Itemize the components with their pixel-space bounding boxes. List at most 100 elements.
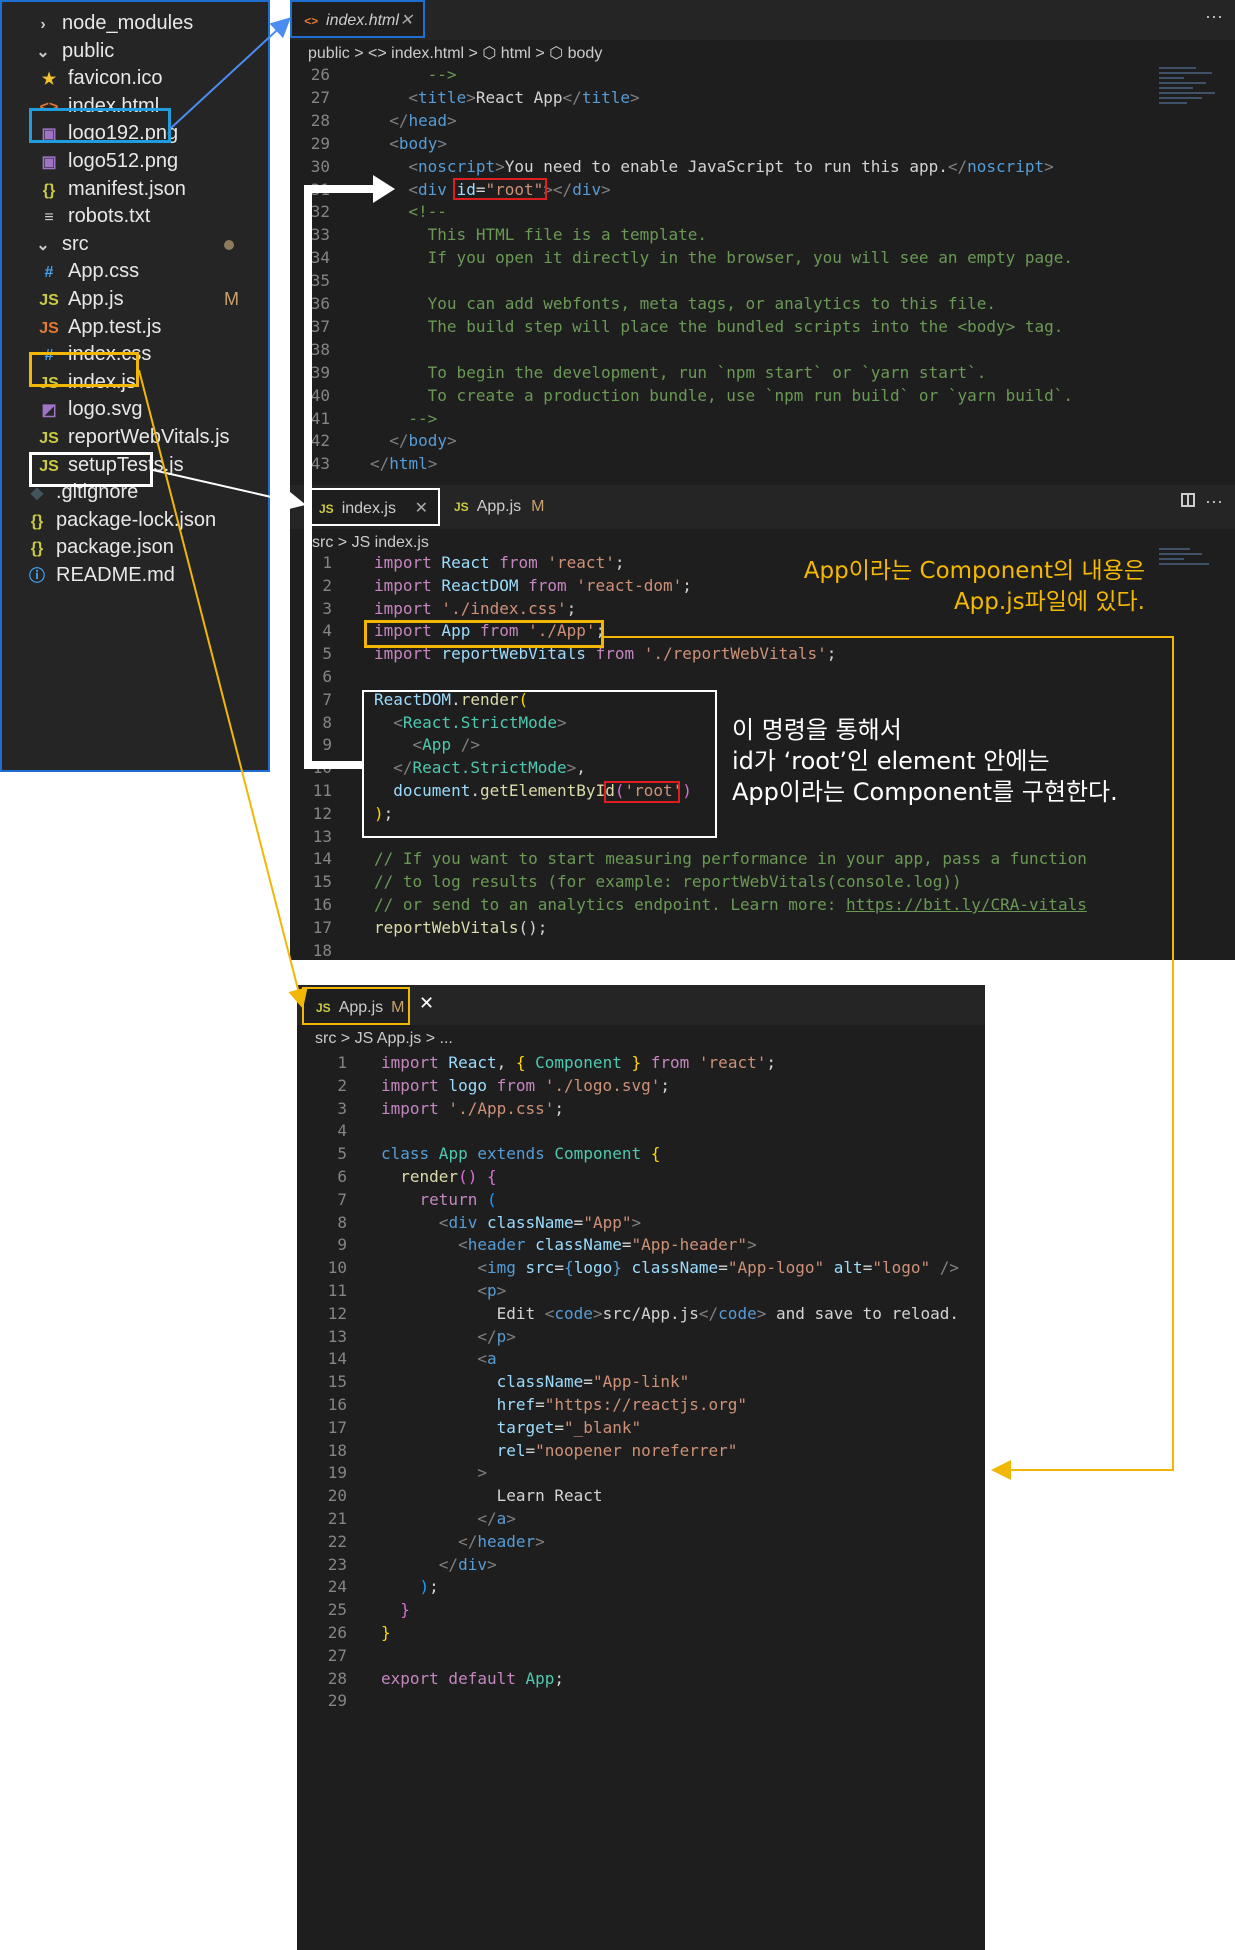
code-line[interactable]: 38	[290, 338, 1235, 361]
code-token: {	[650, 1144, 661, 1164]
code-line[interactable]: 28 export default App;	[297, 1667, 985, 1690]
code-line[interactable]: 15 // to log results (for example: report…	[290, 870, 1235, 893]
explorer-item[interactable]: ▣ logo512.png	[36, 146, 178, 176]
explorer-item[interactable]: JS reportWebVitals.js	[36, 422, 229, 452]
code-line[interactable]: 8 <div className="App">	[297, 1211, 985, 1234]
explorer-item[interactable]: JS App.test.js	[36, 312, 161, 342]
code-line[interactable]: 42 </body>	[290, 429, 1235, 452]
explorer-item[interactable]: # App.css	[36, 256, 140, 286]
line-number: 13	[327, 1326, 347, 1346]
explorer-item[interactable]: ≡ robots.txt	[36, 201, 150, 231]
code-text: import logo from './logo.svg';	[381, 1074, 670, 1097]
code-line[interactable]: 14 // If you want to start measuring perf…	[290, 847, 1235, 870]
code-token: Component	[525, 1053, 632, 1072]
code-text: render() {	[381, 1165, 497, 1188]
tab-app-js[interactable]: JS App.js M	[302, 987, 410, 1025]
code-line[interactable]: 34 If you open it directly in the browse…	[290, 246, 1235, 269]
more-actions-icon[interactable]: ···	[1205, 491, 1223, 512]
code-line[interactable]: 4	[297, 1119, 985, 1142]
code-line[interactable]: 17 reportWebVitals();	[290, 916, 1235, 939]
code-token: ;	[566, 598, 577, 618]
code-line[interactable]: 36 You can add webfonts, meta tags, or a…	[290, 292, 1235, 315]
line-number: 28	[327, 1668, 347, 1688]
explorer-item[interactable]: › node_modules	[30, 8, 193, 38]
code-line[interactable]: 7 return (	[297, 1188, 985, 1211]
line-number: 5	[337, 1144, 347, 1164]
code-token: <	[381, 1349, 487, 1369]
code-line[interactable]: 11 <p>	[297, 1279, 985, 1302]
code-line[interactable]: 12 Edit <code>src/App.js</code> and save…	[297, 1302, 985, 1325]
code-line[interactable]: 9 <header className="App-header">	[297, 1233, 985, 1256]
explorer-item[interactable]: ◩ logo.svg	[36, 394, 142, 424]
explorer-item[interactable]: ★ favicon.ico	[36, 63, 163, 93]
explorer-item[interactable]: {} manifest.json	[36, 174, 186, 204]
code-line[interactable]: 3 import './App.css';	[297, 1097, 985, 1120]
line-number: 26	[310, 65, 330, 84]
code-token: "logo"	[872, 1258, 931, 1278]
tab-index-js[interactable]: JS index.js ✕	[305, 488, 440, 526]
code-line[interactable]: 37 The build step will place the bundled…	[290, 315, 1235, 338]
close-icon[interactable]: ✕	[400, 2, 413, 40]
code-line[interactable]: 27	[297, 1644, 985, 1667]
explorer-item[interactable]: JS App.js M	[36, 284, 239, 314]
code-text: -->	[408, 407, 437, 430]
code-line[interactable]: 22 </header>	[297, 1530, 985, 1553]
code-line[interactable]: 30 <noscript>You need to enable JavaScrip…	[290, 155, 1235, 178]
explorer-item[interactable]: ⌄ public	[30, 36, 114, 66]
tab-index-html[interactable]: <> index.html ✕	[290, 0, 425, 38]
code-line[interactable]: 41 -->	[290, 407, 1235, 430]
code-line[interactable]: 29	[297, 1689, 985, 1712]
code-token: To begin the development, run `npm start…	[408, 362, 987, 382]
code-line[interactable]: 20 Learn React	[297, 1484, 985, 1507]
code-line[interactable]: 40 To create a production bundle, use `n…	[290, 384, 1235, 407]
code-text: import ReactDOM from 'react-dom';	[374, 574, 692, 597]
code-line[interactable]: 23 </div>	[297, 1553, 985, 1576]
code-line[interactable]: 26 -->	[290, 63, 1235, 86]
code-line[interactable]: 6 render() {	[297, 1165, 985, 1188]
code-line[interactable]: 18	[290, 939, 1235, 960]
code-line[interactable]: 17 target="_blank"	[297, 1416, 985, 1439]
code-line[interactable]: 39 To begin the development, run `npm st…	[290, 361, 1235, 384]
code-token: {	[486, 1167, 497, 1186]
code-line[interactable]: 1 import React, { Component } from 'react…	[297, 1051, 985, 1074]
code-line[interactable]: 35	[290, 269, 1235, 292]
code-line[interactable]: 32 <!--	[290, 200, 1235, 223]
code-line[interactable]: 10 <img src={logo} className="App-logo" …	[297, 1256, 985, 1279]
code-line[interactable]: 16 // or send to an analytics endpoint. L…	[290, 893, 1235, 916]
explorer-item[interactable]: {} package.json	[24, 532, 174, 562]
code-line[interactable]: 14 <a	[297, 1347, 985, 1370]
code-line[interactable]: 2 import logo from './logo.svg';	[297, 1074, 985, 1097]
code-line[interactable]: 15 className="App-link"	[297, 1370, 985, 1393]
split-editor-icon[interactable]	[1181, 493, 1195, 507]
code-token: rel	[381, 1440, 526, 1460]
code-token: 'react-dom'	[566, 575, 683, 595]
more-actions-icon[interactable]: ···	[1205, 6, 1223, 27]
code-line[interactable]: 29 <body>	[290, 132, 1235, 155]
code-line[interactable]: 18 rel="noopener noreferrer"	[297, 1439, 985, 1462]
code-line[interactable]: 13 </p>	[297, 1325, 985, 1348]
code-line[interactable]: 43 </html>	[290, 452, 1235, 475]
explorer-item[interactable]: ⓘ README.md	[24, 560, 175, 590]
close-icon[interactable]: ✕	[419, 993, 434, 1014]
code-token: default	[438, 1668, 516, 1688]
code-line[interactable]: 28 </head>	[290, 109, 1235, 132]
code-token: ;	[826, 644, 837, 664]
code-line[interactable]: 6	[290, 665, 1235, 688]
close-icon[interactable]: ✕	[415, 490, 428, 528]
explorer-item[interactable]: ⌄ src	[30, 229, 234, 259]
code-line[interactable]: 16 href="https://reactjs.org"	[297, 1393, 985, 1416]
code-line[interactable]: 31 <div id="root"></div>	[290, 178, 1235, 201]
code-line[interactable]: 21 </a>	[297, 1507, 985, 1530]
code-line[interactable]: 24 );	[297, 1575, 985, 1598]
code-line[interactable]: 5 class App extends Component {	[297, 1142, 985, 1165]
code-token: )	[381, 1577, 430, 1597]
code-line[interactable]: 19 >	[297, 1461, 985, 1484]
code-line[interactable]: 33 This HTML file is a template.	[290, 223, 1235, 246]
code-line[interactable]: 27 <title>React App</title>	[290, 86, 1235, 109]
explorer-item-label: App.js	[68, 288, 124, 310]
code-line[interactable]: 26}	[297, 1621, 985, 1644]
tab-app-js[interactable]: JS App.js M	[442, 488, 582, 526]
explorer-item[interactable]: {} package-lock.json	[24, 505, 216, 535]
breadcrumb[interactable]: src > JS App.js > ...	[297, 1025, 453, 1053]
code-line[interactable]: 25 }	[297, 1598, 985, 1621]
